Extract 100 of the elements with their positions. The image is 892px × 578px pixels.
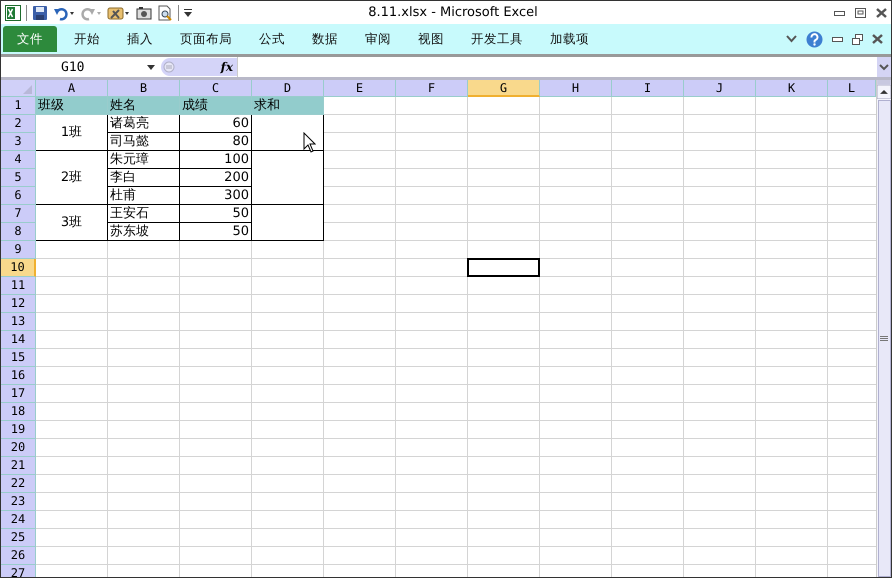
column-header[interactable]: C xyxy=(180,80,252,97)
help-icon[interactable] xyxy=(806,30,823,48)
row-header[interactable]: 4 xyxy=(1,151,36,169)
formula-bar-handle-icon[interactable] xyxy=(163,59,175,75)
table-cell: 王安石 xyxy=(108,205,180,223)
close-icon[interactable] xyxy=(872,34,883,44)
split-handle-icon[interactable] xyxy=(877,80,891,85)
row-header[interactable]: 12 xyxy=(1,295,36,313)
row-header[interactable]: 24 xyxy=(1,511,36,529)
scroll-up-icon[interactable] xyxy=(877,84,891,99)
row-header[interactable]: 25 xyxy=(1,529,36,547)
row-header[interactable]: 21 xyxy=(1,457,36,475)
row-header[interactable]: 20 xyxy=(1,439,36,457)
ribbon-tab[interactable]: 插入 xyxy=(113,25,166,53)
row-header[interactable]: 18 xyxy=(1,403,36,421)
table-cell: 3班 xyxy=(36,205,108,241)
table-cell: 2班 xyxy=(36,151,108,205)
row-header[interactable]: 22 xyxy=(1,475,36,493)
column-header[interactable]: D xyxy=(252,80,324,97)
row-header[interactable]: 11 xyxy=(1,277,36,295)
row-header[interactable]: 13 xyxy=(1,313,36,331)
table-cell: 100 xyxy=(180,151,252,169)
table-cell: 80 xyxy=(180,133,252,151)
row-header[interactable]: 9 xyxy=(1,241,36,259)
table-header-cell: 成绩 xyxy=(180,97,252,115)
row-header[interactable]: 14 xyxy=(1,331,36,349)
table-cell: 朱元璋 xyxy=(108,151,180,169)
row-header[interactable]: 15 xyxy=(1,349,36,367)
ribbon-tab[interactable]: 开发工具 xyxy=(457,25,536,53)
row-header[interactable]: 3 xyxy=(1,133,36,151)
row-header[interactable]: 23 xyxy=(1,493,36,511)
table-cell: 300 xyxy=(180,187,252,205)
vertical-scrollbar[interactable] xyxy=(876,80,891,577)
customize-toolbar-icon[interactable] xyxy=(184,8,192,18)
table-cell: 诸葛亮 xyxy=(108,115,180,133)
grip-icon xyxy=(880,336,888,341)
ribbon-tab[interactable]: 公式 xyxy=(245,25,298,53)
column-header[interactable]: J xyxy=(684,80,756,97)
minimize-icon[interactable] xyxy=(834,9,845,16)
ribbon-tab[interactable]: 开始 xyxy=(60,25,113,53)
tools-icon[interactable] xyxy=(107,4,131,20)
table-cell: 50 xyxy=(180,205,252,223)
row-header[interactable]: 26 xyxy=(1,547,36,565)
name-box[interactable]: G10 xyxy=(1,57,161,77)
table-cell: 60 xyxy=(180,115,252,133)
table-header-cell: 姓名 xyxy=(108,97,180,115)
print-preview-icon[interactable] xyxy=(157,4,173,20)
table-cell: 司马懿 xyxy=(108,133,180,151)
ribbon-tab[interactable]: 页面布局 xyxy=(166,25,245,53)
camera-icon[interactable] xyxy=(136,4,152,20)
row-header[interactable]: 2 xyxy=(1,115,36,133)
column-header[interactable]: K xyxy=(756,80,828,97)
excel-logo-icon[interactable] xyxy=(5,4,21,20)
ribbon-tab[interactable]: 加载项 xyxy=(536,25,602,53)
ribbon-tab[interactable]: 数据 xyxy=(298,25,351,53)
row-header[interactable]: 1 xyxy=(1,97,36,115)
row-header[interactable]: 6 xyxy=(1,187,36,205)
table-cell: 1班 xyxy=(36,115,108,151)
row-header[interactable]: 8 xyxy=(1,223,36,241)
column-header[interactable]: F xyxy=(396,80,468,97)
restore-icon[interactable] xyxy=(852,34,863,44)
maximize-icon[interactable] xyxy=(855,8,866,18)
column-header[interactable]: A xyxy=(36,80,108,97)
close-icon[interactable] xyxy=(876,8,887,18)
ribbon-tab[interactable]: 视图 xyxy=(404,25,457,53)
column-header[interactable]: I xyxy=(612,80,684,97)
row-header[interactable]: 17 xyxy=(1,385,36,403)
table-cell: 杜甫 xyxy=(108,187,180,205)
column-header[interactable]: E xyxy=(324,80,396,97)
row-header[interactable]: 16 xyxy=(1,367,36,385)
table-header-cell: 班级 xyxy=(36,97,108,115)
ribbon-tab[interactable]: 审阅 xyxy=(351,25,404,53)
window-title: 8.11.xlsx - Microsoft Excel xyxy=(367,5,539,20)
table-cell xyxy=(252,205,324,241)
table-cell: 50 xyxy=(180,223,252,241)
dropdown-caret-icon[interactable] xyxy=(147,64,155,70)
row-header[interactable]: 10 xyxy=(1,259,36,277)
column-header[interactable]: B xyxy=(108,80,180,97)
save-icon[interactable] xyxy=(32,4,48,20)
column-header[interactable]: L xyxy=(828,80,876,97)
table-cell: 苏东坡 xyxy=(108,223,180,241)
table-cell: 200 xyxy=(180,169,252,187)
row-header[interactable]: 27 xyxy=(1,565,36,577)
table-cell: 李白 xyxy=(108,169,180,187)
column-header[interactable]: H xyxy=(540,80,612,97)
expand-formula-bar-icon[interactable] xyxy=(877,57,891,77)
active-cell-selection[interactable] xyxy=(467,258,540,277)
row-header[interactable]: 7 xyxy=(1,205,36,223)
file-tab[interactable]: 文件 xyxy=(3,26,57,52)
scrollbar-thumb[interactable] xyxy=(878,100,890,577)
table-cell xyxy=(252,151,324,205)
table-cell xyxy=(252,115,324,151)
table-header-cell: 求和 xyxy=(252,97,324,115)
collapse-ribbon-icon[interactable] xyxy=(786,35,797,43)
triangle-icon xyxy=(23,85,32,94)
mouse-pointer-icon xyxy=(303,132,316,153)
minimize-icon[interactable] xyxy=(832,36,843,42)
row-header[interactable]: 19 xyxy=(1,421,36,439)
row-header[interactable]: 5 xyxy=(1,169,36,187)
column-header[interactable]: G xyxy=(468,80,540,97)
